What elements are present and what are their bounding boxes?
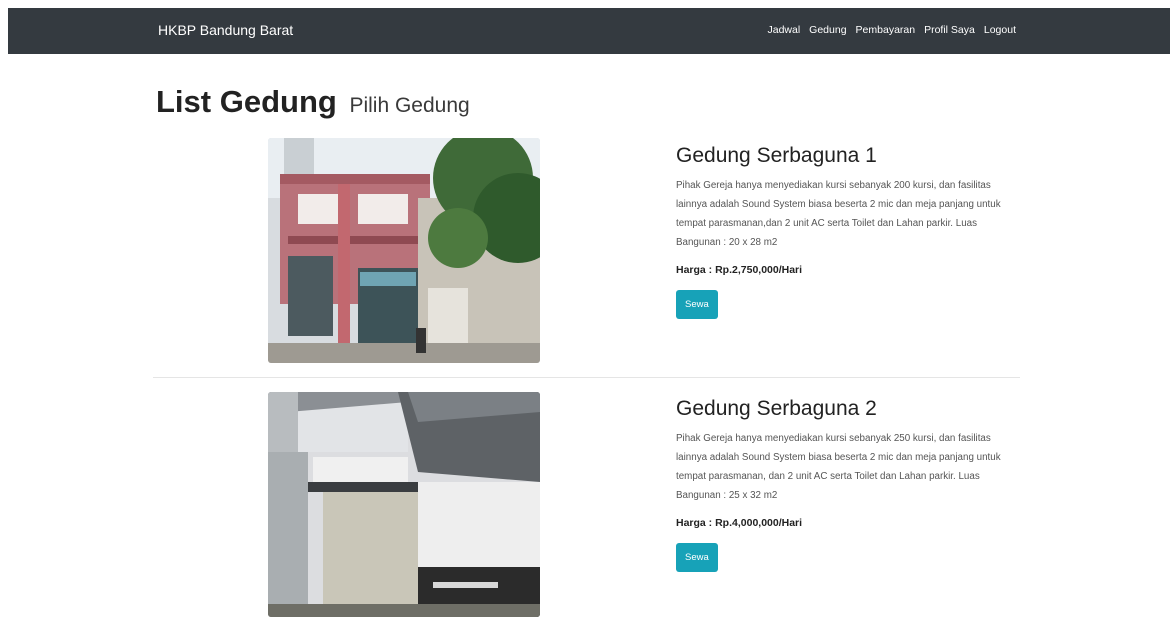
sewa-button-2[interactable]: Sewa xyxy=(676,543,718,572)
building-2-photo xyxy=(268,392,540,617)
building-1-description: Pihak Gereja hanya menyediakan kursi seb… xyxy=(676,180,1001,248)
nav-link-logout[interactable]: Logout xyxy=(984,24,1016,36)
building-2-info: Gedung Serbaguna 2 Pihak Gereja hanya me… xyxy=(676,395,1021,572)
divider xyxy=(153,377,1020,378)
sewa-button-1[interactable]: Sewa xyxy=(676,290,718,319)
navbar-brand[interactable]: HKBP Bandung Barat xyxy=(158,22,293,38)
page-title-main: List Gedung xyxy=(156,84,337,119)
building-1-photo xyxy=(268,138,540,363)
building-2-price: Harga : Rp.4,000,000/Hari xyxy=(676,517,803,529)
nav-link-jadwal[interactable]: Jadwal xyxy=(767,24,800,36)
page-title: List Gedung Pilih Gedung xyxy=(156,84,470,124)
nav-links: Jadwal Gedung Pembayaran Profil Saya Log… xyxy=(767,24,1016,36)
building-2-name: Gedung Serbaguna 2 xyxy=(676,397,877,420)
building-1-price: Harga : Rp.2,750,000/Hari xyxy=(676,264,803,276)
nav-link-gedung[interactable]: Gedung xyxy=(809,24,846,36)
building-1-info: Gedung Serbaguna 1 Pihak Gereja hanya me… xyxy=(676,142,1021,319)
building-1-name: Gedung Serbaguna 1 xyxy=(676,144,877,167)
building-2-description: Pihak Gereja hanya menyediakan kursi seb… xyxy=(676,433,1001,501)
nav-link-profil-saya[interactable]: Profil Saya xyxy=(924,24,975,36)
top-navbar: HKBP Bandung Barat Jadwal Gedung Pembaya… xyxy=(8,8,1170,54)
page-subtitle: Pilih Gedung xyxy=(349,94,470,117)
nav-link-pembayaran[interactable]: Pembayaran xyxy=(856,24,916,36)
